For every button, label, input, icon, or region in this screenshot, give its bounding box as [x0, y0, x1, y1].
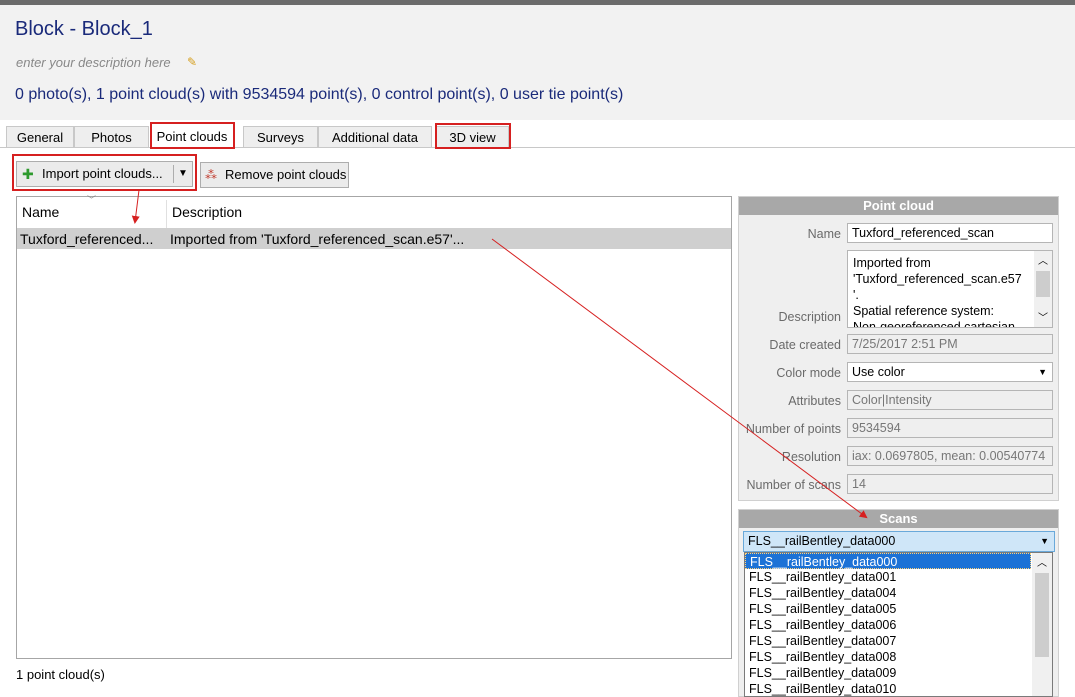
- annotation-arrow-import: [131, 189, 140, 224]
- annotation-arrow-scans: [491, 238, 868, 519]
- annotation-arrows: [131, 189, 868, 519]
